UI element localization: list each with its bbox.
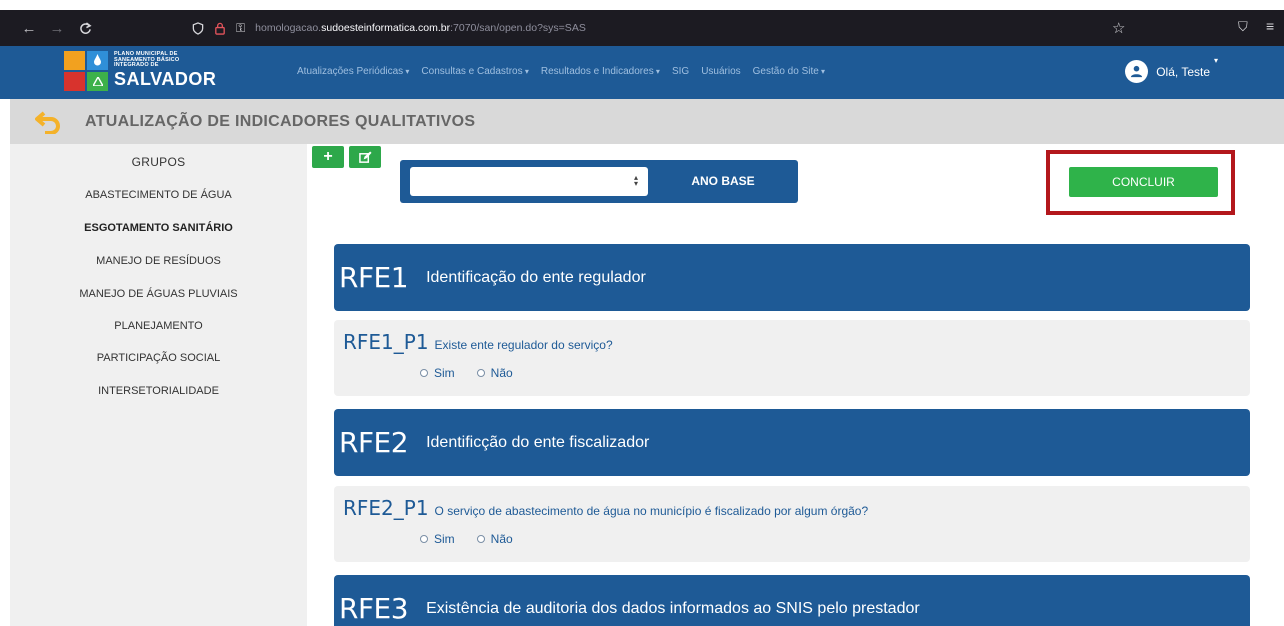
nav-sig[interactable]: SIG	[672, 66, 689, 77]
question-code: RFE2_P1	[343, 496, 429, 520]
radio-sim[interactable]: Sim	[420, 366, 455, 380]
sidebar-heading: GRUPOS	[131, 155, 186, 169]
question-code: RFE1_P1	[343, 330, 429, 354]
radio-circle-icon[interactable]	[476, 535, 485, 543]
add-button[interactable]: +	[312, 146, 344, 168]
lock-warning-icon	[215, 22, 225, 35]
title-bar: ATUALIZAÇÃO DE INDICADORES QUALITATIVOS	[10, 99, 1284, 144]
section-title: Existência de auditoria dos dados inform…	[426, 599, 920, 617]
url-bar[interactable]: ⚿ homologacao.sudoesteinformatica.com.br…	[192, 21, 586, 36]
reload-icon[interactable]	[74, 17, 96, 39]
section-code: RFE1	[339, 261, 409, 294]
radio-label: Sim	[434, 366, 455, 380]
sidebar-item-residuos[interactable]: MANEJO DE RESÍDUOS	[10, 255, 307, 267]
browser-toolbar: ← → ⚿ homologacao.sudoesteinformatica.co…	[0, 10, 1284, 46]
shield-icon	[192, 21, 204, 35]
forward-arrow-icon[interactable]: →	[46, 17, 68, 39]
filter-box: ▴ ▾ ANO BASE	[400, 160, 798, 203]
section-header-rfe3: RFE3 Existência de auditoria dos dados i…	[334, 575, 1250, 626]
sidebar-item-planejamento[interactable]: PLANEJAMENTO	[10, 320, 307, 332]
radio-circle-icon[interactable]	[476, 369, 485, 377]
section-header-rfe2: RFE2 Identificção do ente fiscalizador	[334, 409, 1250, 476]
radio-group: Sim Não	[420, 366, 513, 380]
question-text: O serviço de abastecimento de água no mu…	[434, 504, 869, 518]
key-icon: ⚿	[236, 20, 246, 35]
logo-text: PLANO MUNICIPAL DE SANEAMENTO BÁSICO INT…	[114, 51, 217, 89]
url-text: homologacao.sudoesteinformatica.com.br:7…	[255, 22, 586, 34]
sidebar-item-participacao[interactable]: PARTICIPAÇÃO SOCIAL	[10, 352, 307, 364]
radio-circle-icon[interactable]	[420, 535, 428, 543]
menu-icon[interactable]: ≡	[1266, 18, 1274, 34]
logo-icon[interactable]	[64, 51, 108, 91]
select-arrows-icon: ▴ ▾	[633, 173, 638, 188]
back-arrow-icon[interactable]: ←	[18, 17, 40, 39]
ano-base-label: ANO BASE	[691, 174, 755, 188]
radio-nao[interactable]: Não	[476, 366, 513, 380]
radio-nao[interactable]: Não	[476, 532, 513, 546]
nav-consultas-cadastros[interactable]: Consultas e Cadastros	[421, 66, 528, 77]
page: ← → ⚿ homologacao.sudoesteinformatica.co…	[0, 0, 1284, 626]
radio-label: Não	[490, 366, 513, 380]
section-header-rfe1: RFE1 Identificação do ente regulador	[334, 244, 1250, 311]
page-title: ATUALIZAÇÃO DE INDICADORES QUALITATIVOS	[85, 112, 476, 130]
edit-icon	[358, 150, 372, 163]
section-title: Identificação do ente regulador	[426, 268, 646, 286]
user-caret-icon[interactable]: ▾	[1214, 56, 1218, 65]
year-select[interactable]: ▴ ▾	[410, 167, 648, 196]
bookmark-star-icon[interactable]: ☆	[1112, 19, 1125, 37]
sidebar-item-abastecimento[interactable]: ABASTECIMENTO DE ÁGUA	[10, 189, 307, 201]
radio-label: Sim	[434, 532, 455, 546]
radio-group: Sim Não	[420, 532, 513, 546]
edit-button[interactable]	[349, 146, 381, 168]
sidebar-item-intersetorialidade[interactable]: INTERSETORIALIDADE	[10, 385, 307, 397]
radio-circle-icon[interactable]	[420, 369, 428, 377]
radio-label: Não	[490, 532, 513, 546]
main-nav: Atualizações Periódicas Consultas e Cada…	[297, 66, 825, 77]
groups-sidebar: GRUPOS ABASTECIMENTO DE ÁGUA ESGOTAMENTO…	[10, 144, 307, 626]
nav-atualizacoes-periodicas[interactable]: Atualizações Periódicas	[297, 66, 409, 77]
user-menu[interactable]: Olá, Teste	[1125, 60, 1210, 83]
user-avatar-icon	[1125, 60, 1149, 83]
pocket-icon[interactable]: ⛉	[1238, 19, 1248, 35]
nav-resultados-indicadores[interactable]: Resultados e Indicadores	[541, 66, 660, 77]
section-code: RFE3	[339, 592, 409, 625]
radio-sim[interactable]: Sim	[420, 532, 455, 546]
nav-gestao-site[interactable]: Gestão do Site	[753, 66, 825, 77]
add-icon: +	[323, 148, 333, 165]
question-text: Existe ente regulador do serviço?	[434, 338, 613, 352]
concluir-button[interactable]: CONCLUIR	[1069, 167, 1218, 197]
sidebar-item-aguas-pluviais[interactable]: MANEJO DE ÁGUAS PLUVIAIS	[10, 288, 307, 300]
nav-usuarios[interactable]: Usuários	[701, 66, 740, 77]
sidebar-item-esgotamento[interactable]: ESGOTAMENTO SANITÁRIO	[10, 222, 307, 234]
back-icon[interactable]	[35, 108, 63, 136]
site-header: PLANO MUNICIPAL DE SANEAMENTO BÁSICO INT…	[0, 46, 1284, 99]
question-card-rfe1-p1: RFE1_P1 Existe ente regulador do serviço…	[334, 320, 1250, 396]
section-code: RFE2	[339, 426, 409, 459]
user-greeting: Olá, Teste	[1156, 64, 1210, 79]
question-card-rfe2-p1: RFE2_P1 O serviço de abastecimento de ág…	[334, 486, 1250, 562]
section-title: Identificção do ente fiscalizador	[426, 433, 650, 451]
